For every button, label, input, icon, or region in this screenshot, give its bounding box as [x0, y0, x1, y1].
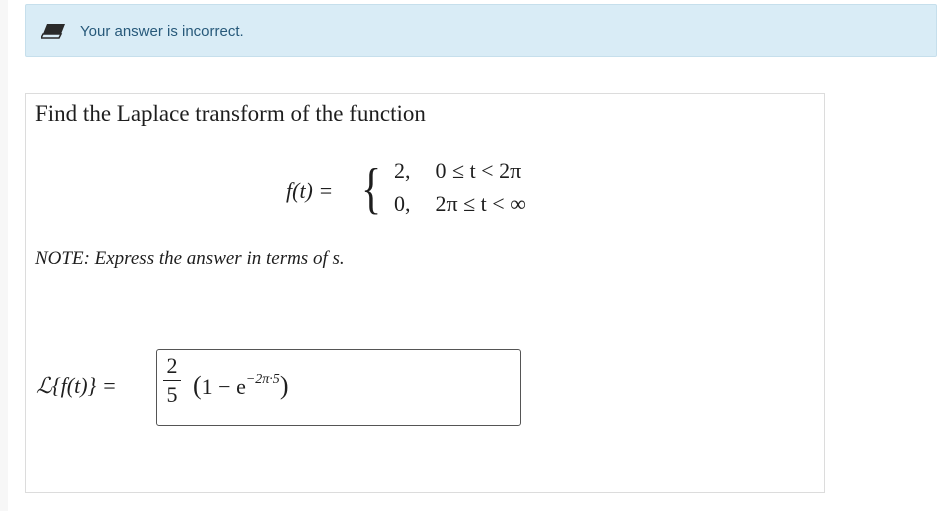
case-1-value: 2,	[394, 158, 411, 183]
answer-fraction: 2 5	[163, 354, 181, 407]
fraction-denominator: 5	[166, 382, 178, 407]
piecewise-case-1: 2, 0 ≤ t < 2π	[394, 157, 521, 185]
piecewise-case-2: 0, 2π ≤ t < ∞	[394, 190, 526, 218]
pencil-eraser-icon	[39, 20, 67, 42]
case-2-condition: 2π ≤ t < ∞	[435, 191, 526, 216]
fraction-bar	[163, 380, 181, 381]
case-2-value: 0,	[394, 191, 411, 216]
question-prompt: Find the Laplace transform of the functi…	[35, 101, 426, 126]
incorrect-answer-alert: Your answer is incorrect.	[25, 4, 937, 57]
open-paren: (	[193, 371, 202, 400]
function-lhs: f(t) =	[286, 178, 334, 203]
piecewise-brace: {	[361, 158, 382, 220]
question-note: NOTE: Express the answer in terms of s.	[35, 248, 345, 269]
close-paren: )	[279, 371, 289, 400]
left-margin	[0, 0, 8, 511]
question-panel: Find the Laplace transform of the functi…	[25, 93, 825, 493]
case-1-condition: 0 ≤ t < 2π	[435, 158, 522, 183]
alert-message: Your answer is incorrect.	[80, 23, 244, 40]
fraction-numerator: 2	[166, 353, 178, 378]
answer-exponent: −2π·5	[245, 372, 280, 387]
laplace-lhs: ℒ{f(t)} =	[36, 373, 117, 398]
answer-body: 1 − e	[201, 374, 246, 399]
answer-expression: (1 − e−2π·5)	[193, 372, 288, 405]
answer-input[interactable]: 2 5 (1 − e−2π·5)	[156, 349, 521, 426]
